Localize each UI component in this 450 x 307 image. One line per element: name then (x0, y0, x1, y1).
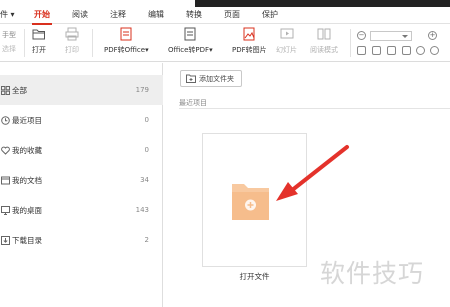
print-button[interactable]: 打印 (65, 27, 79, 55)
image-convert-icon (243, 27, 255, 41)
open-file-label: 打开文件 (239, 272, 270, 281)
tab-convert[interactable]: 转换 (186, 9, 202, 20)
tab-edit[interactable]: 编辑 (148, 9, 164, 20)
divider (24, 29, 25, 57)
pdf-convert-icon (120, 27, 132, 41)
select-tool-button[interactable]: 选择 (2, 44, 16, 54)
pdf-to-image-button[interactable]: PDF转图片 (232, 27, 267, 55)
clock-icon (1, 115, 10, 125)
download-icon (1, 235, 10, 245)
tab-page[interactable]: 页面 (224, 9, 240, 20)
sidebar-item-favorites[interactable]: 我的收藏 0 (0, 135, 163, 165)
sidebar: 全部 179 最近项目 0 我的收藏 0 我的文档 34 我的桌面 143 下载… (0, 63, 163, 307)
single-page-icon[interactable] (402, 46, 411, 55)
folder-open-icon (32, 29, 45, 40)
sidebar-item-documents[interactable]: 我的文档 34 (0, 165, 163, 195)
sidebar-item-recent[interactable]: 最近项目 0 (0, 105, 163, 135)
open-file-card[interactable] (202, 133, 307, 267)
menu-file[interactable]: 件 ▾ (0, 9, 15, 20)
zoom-select[interactable] (370, 31, 412, 41)
tab-protect[interactable]: 保护 (262, 9, 278, 20)
watermark: 软件技巧 (320, 259, 425, 288)
desktop-icon (1, 205, 10, 215)
document-icon (1, 176, 10, 184)
reading-mode-button[interactable]: 阅读模式 (310, 27, 338, 55)
zoom-in-icon[interactable]: + (428, 31, 437, 40)
divider (179, 108, 450, 109)
heart-icon (1, 146, 10, 155)
actual-size-icon[interactable] (387, 46, 396, 55)
office-convert-icon (184, 27, 196, 41)
zoom-out-icon[interactable]: − (357, 31, 366, 40)
book-icon (317, 28, 331, 40)
rotate-right-icon[interactable] (430, 46, 439, 55)
pdf-to-office-button[interactable]: PDF转Office▾ (104, 27, 149, 55)
folder-add-icon (186, 74, 196, 83)
fit-page-icon[interactable] (357, 46, 366, 55)
grid-icon (1, 85, 10, 95)
rotate-left-icon[interactable] (416, 46, 425, 55)
sidebar-item-desktop[interactable]: 我的桌面 143 (0, 195, 163, 225)
tab-annotate[interactable]: 注释 (110, 9, 126, 20)
fit-width-icon[interactable] (372, 46, 381, 55)
play-icon (280, 28, 293, 39)
hand-tool-button[interactable]: 手型 (2, 30, 16, 40)
slideshow-button[interactable]: 幻灯片 (276, 27, 297, 55)
sidebar-item-all[interactable]: 全部 179 (0, 75, 163, 105)
tab-start[interactable]: 开始 (32, 9, 52, 25)
tab-read[interactable]: 阅读 (72, 9, 88, 20)
office-to-pdf-button[interactable]: Office转PDF▾ (168, 27, 213, 55)
folder-plus-icon (232, 184, 269, 220)
title-strip (195, 0, 450, 7)
open-button[interactable]: 打开 (32, 27, 46, 55)
add-folder-button[interactable]: 添加文件夹 (180, 70, 242, 87)
recent-section-title: 最近项目 (179, 99, 207, 107)
toolbar: 手型 选择 打开 打印 PDF转Office▾ Office转PDF▾ PDF转… (0, 25, 450, 62)
divider (92, 29, 93, 57)
printer-icon (65, 27, 79, 41)
menu-bar: 件 ▾ 开始 阅读 注释 编辑 转换 页面 保护 (0, 0, 450, 25)
sidebar-item-downloads[interactable]: 下载目录 2 (0, 225, 163, 255)
divider (350, 29, 351, 57)
